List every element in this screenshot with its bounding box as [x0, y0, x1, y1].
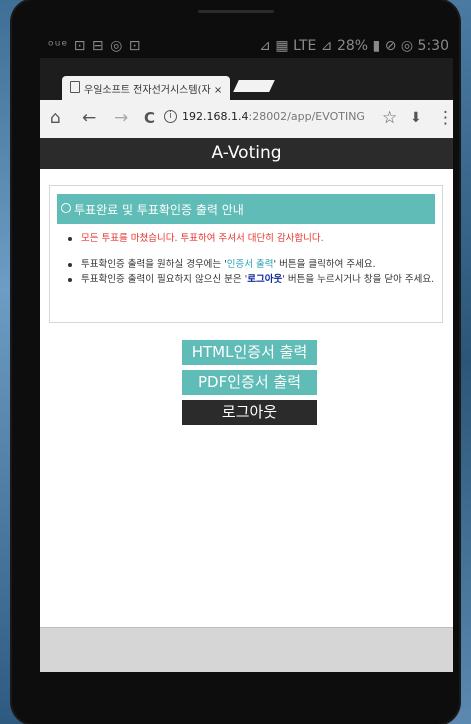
star-icon[interactable]: ☆: [382, 109, 397, 127]
phone-frame: ᵒᵘᵉ ⊡ ⊟ ◎ ⊡ ⊿ ▦ LTE ⊿ 28% ▮ ⊘ ◎ 5:30 우일소…: [12, 0, 459, 724]
list-item: 투표확인증 출력이 필요하지 않으신 분은 '로그아웃' 버튼을 누르시거나 창…: [66, 274, 438, 286]
logout-link: 로그아웃: [247, 274, 283, 285]
info-icon[interactable]: i: [164, 110, 177, 123]
address-bar: ⌂ ← → C i 192.168.1.4:28002/app/EVOTING …: [40, 100, 453, 138]
notice-list: 모든 투표를 마쳤습니다. 투표하여 주셔서 대단히 감사합니다. 투표확인증 …: [66, 233, 438, 289]
browser-screen: 우일소프트 전자선거시스템(자 × ⌂ ← → C i 192.168.1.4:…: [40, 58, 453, 672]
menu-icon[interactable]: ⋮: [437, 109, 453, 127]
list-item: 투표확인증 출력을 원하실 경우에는 '인증서 출력' 버튼을 클릭하여 주세요…: [66, 259, 438, 271]
bullet-icon: [68, 263, 72, 267]
page-content: 투표완료 및 투표확인증 출력 안내 모든 투표를 마쳤습니다. 투표하여 주셔…: [40, 169, 453, 627]
bottom-area: [40, 627, 453, 672]
back-icon[interactable]: ←: [82, 109, 96, 127]
item2-post: ' 버튼을 클릭하여 주세요.: [273, 259, 376, 270]
list-item: 모든 투표를 마쳤습니다. 투표하여 주셔서 대단히 감사합니다.: [66, 233, 438, 245]
notice-panel: 투표완료 및 투표확인증 출력 안내 모든 투표를 마쳤습니다. 투표하여 주셔…: [49, 185, 443, 323]
home-icon[interactable]: ⌂: [50, 109, 61, 127]
forward-icon[interactable]: →: [114, 109, 128, 127]
certificate-print-link: 인증서 출력: [226, 259, 274, 270]
download-icon[interactable]: ⬇: [410, 109, 422, 127]
html-certificate-button[interactable]: HTML인증서 출력: [182, 340, 317, 365]
item2-pre: 투표확인증 출력을 원하실 경우에는 ': [81, 259, 227, 270]
tab-title: 우일소프트 전자선거시스템(자 ×: [84, 85, 223, 96]
notice-header: 투표완료 및 투표확인증 출력 안내: [57, 194, 435, 224]
bullet-icon: [68, 278, 72, 282]
pdf-certificate-button[interactable]: PDF인증서 출력: [182, 370, 317, 395]
tab-evoting[interactable]: 우일소프트 전자선거시스템(자 ×: [62, 76, 230, 100]
speaker-grille: [198, 10, 274, 13]
reload-icon[interactable]: C: [144, 109, 155, 127]
tab-strip: 우일소프트 전자선거시스템(자 ×: [40, 58, 453, 100]
item3-pre: 투표확인증 출력이 필요하지 않으신 분은 ': [81, 274, 248, 285]
url-path: :28002/app/EVOTING: [248, 110, 365, 123]
item3-post: ' 버튼을 누르시거나 창을 닫아 주세요.: [282, 274, 435, 285]
url-host: 192.168.1.4: [182, 110, 249, 123]
status-right-icons: ⊿ ▦ LTE ⊿ 28% ▮ ⊘ ◎ 5:30: [259, 38, 449, 54]
status-left-icons: ᵒᵘᵉ ⊡ ⊟ ◎ ⊡: [48, 38, 142, 54]
circle-icon: [61, 203, 71, 213]
document-icon: [70, 81, 80, 93]
app-title: A-Voting: [40, 138, 453, 169]
logout-button[interactable]: 로그아웃: [182, 400, 317, 425]
status-bar: ᵒᵘᵉ ⊡ ⊟ ◎ ⊡ ⊿ ▦ LTE ⊿ 28% ▮ ⊘ ◎ 5:30: [40, 36, 453, 58]
new-tab-button[interactable]: [233, 80, 275, 92]
thanks-text: 모든 투표를 마쳤습니다. 투표하여 주셔서 대단히 감사합니다.: [81, 233, 324, 244]
url-field[interactable]: 192.168.1.4:28002/app/EVOTING: [182, 110, 365, 123]
bullet-icon: [68, 237, 72, 241]
notice-title: 투표완료 및 투표확인증 출력 안내: [74, 203, 244, 217]
